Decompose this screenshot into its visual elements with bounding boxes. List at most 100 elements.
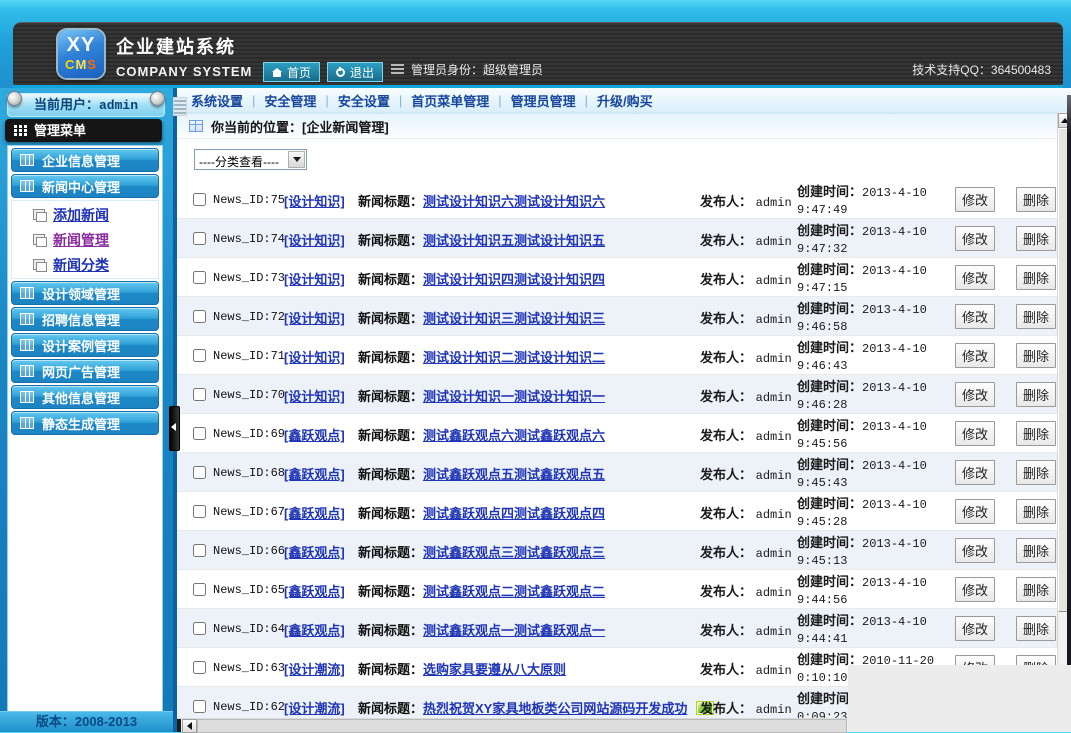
- edit-button[interactable]: 修改: [955, 499, 995, 524]
- category-link[interactable]: [鑫跃观点]: [284, 464, 345, 483]
- edit-button[interactable]: 修改: [955, 616, 995, 641]
- news-title-link[interactable]: 测试设计知识六测试设计知识六: [423, 191, 605, 210]
- delete-button[interactable]: 删除: [1016, 304, 1056, 329]
- delete-button[interactable]: 删除: [1016, 265, 1056, 290]
- title-cell: 新闻标题： 测试鑫跃观点五测试鑫跃观点五: [358, 464, 605, 483]
- category-link[interactable]: [鑫跃观点]: [284, 425, 345, 444]
- topmenu-item-home-menu-manage[interactable]: 首页菜单管理: [411, 91, 489, 110]
- delete-button[interactable]: 删除: [1016, 343, 1056, 368]
- category-link[interactable]: [鑫跃观点]: [284, 503, 345, 522]
- news-title-link[interactable]: 测试鑫跃观点二测试鑫跃观点二: [423, 581, 605, 600]
- sidebar-collapse-handle[interactable]: [169, 406, 180, 451]
- category-link[interactable]: [鑫跃观点]: [284, 542, 345, 561]
- delete-button[interactable]: 删除: [1016, 226, 1056, 251]
- category-link[interactable]: [设计知识]: [284, 230, 345, 249]
- edit-button[interactable]: 修改: [955, 577, 995, 602]
- news-title-link[interactable]: 测试鑫跃观点四测试鑫跃观点四: [423, 503, 605, 522]
- topmenu-item-system-settings[interactable]: 系统设置: [191, 91, 243, 110]
- category-link[interactable]: [设计知识]: [284, 308, 345, 327]
- news-title-link[interactable]: 测试鑫跃观点五测试鑫跃观点五: [423, 464, 605, 483]
- category-link[interactable]: [设计知识]: [284, 386, 345, 405]
- edit-button[interactable]: 修改: [955, 187, 995, 212]
- category-link[interactable]: [鑫跃观点]: [284, 620, 345, 639]
- sidebar-item-add-news[interactable]: 添加新闻: [12, 202, 158, 227]
- edit-button[interactable]: 修改: [955, 460, 995, 485]
- news-title-link[interactable]: 测试设计知识四测试设计知识四: [423, 269, 605, 288]
- row-checkbox[interactable]: [193, 271, 206, 284]
- sidebar-item-other-info[interactable]: 其他信息管理: [11, 385, 159, 409]
- edit-button[interactable]: 修改: [955, 304, 995, 329]
- sidebar-item-recruit[interactable]: 招聘信息管理: [11, 307, 159, 331]
- news-title-link[interactable]: 选购家具要遵从八大原则: [423, 659, 566, 678]
- horizontal-scroll-thumb[interactable]: [197, 719, 847, 733]
- edit-button[interactable]: 修改: [955, 382, 995, 407]
- category-link[interactable]: [设计潮流]: [284, 659, 345, 678]
- created-time: 9:45:28: [797, 515, 847, 529]
- created-time: 9:45:13: [797, 554, 847, 568]
- row-checkbox[interactable]: [193, 466, 206, 479]
- sidebar-item-design-case[interactable]: 设计案例管理: [11, 333, 159, 357]
- delete-button[interactable]: 删除: [1016, 577, 1056, 602]
- power-icon: [336, 68, 345, 77]
- edit-button[interactable]: 修改: [955, 265, 995, 290]
- category-link[interactable]: [设计知识]: [284, 191, 345, 210]
- sidebar-item-news-category[interactable]: 新闻分类: [12, 252, 158, 277]
- topmenu-item-security-manage[interactable]: 安全管理: [264, 91, 316, 110]
- delete-button[interactable]: 删除: [1016, 499, 1056, 524]
- category-link[interactable]: [鑫跃观点]: [284, 581, 345, 600]
- sidebar-item-static-generate[interactable]: 静态生成管理: [11, 411, 159, 435]
- scroll-left-arrow[interactable]: [182, 719, 197, 733]
- topmenu-item-admin-manage[interactable]: 管理员管理: [511, 91, 576, 110]
- title-cell: 新闻标题： 测试设计知识三测试设计知识三: [358, 308, 605, 327]
- topmenu-item-security-settings[interactable]: 安全设置: [338, 91, 390, 110]
- sidebar-item-company-info[interactable]: 企业信息管理: [11, 148, 159, 172]
- app-subtitle: COMPANY SYSTEM: [116, 64, 252, 79]
- row-checkbox[interactable]: [193, 661, 206, 674]
- row-checkbox[interactable]: [193, 700, 206, 713]
- category-link[interactable]: [设计知识]: [284, 269, 345, 288]
- news-title-link[interactable]: 测试设计知识五测试设计知识五: [423, 230, 605, 249]
- news-title-link[interactable]: 测试设计知识三测试设计知识三: [423, 308, 605, 327]
- edit-button[interactable]: 修改: [955, 343, 995, 368]
- delete-button[interactable]: 删除: [1016, 460, 1056, 485]
- news-title-link[interactable]: 测试设计知识二测试设计知识二: [423, 347, 605, 366]
- delete-button[interactable]: 删除: [1016, 616, 1056, 641]
- row-checkbox[interactable]: [193, 232, 206, 245]
- sidebar-item-design-field[interactable]: 设计领域管理: [11, 281, 159, 305]
- delete-button[interactable]: 删除: [1016, 421, 1056, 446]
- sidebar-item-news-manage[interactable]: 新闻管理: [12, 227, 158, 252]
- topmenu-item-upgrade[interactable]: 升级/购买: [597, 91, 653, 110]
- category-link[interactable]: [设计潮流]: [284, 698, 345, 717]
- news-title-link[interactable]: 测试设计知识一测试设计知识一: [423, 386, 605, 405]
- news-title-link[interactable]: 热烈祝贺XY家具地板类公司网站源码开发成功: [423, 698, 687, 717]
- logout-button[interactable]: 退出: [327, 62, 383, 82]
- news-title-link[interactable]: 测试鑫跃观点一测试鑫跃观点一: [423, 620, 605, 639]
- row-checkbox[interactable]: [193, 583, 206, 596]
- edit-button[interactable]: 修改: [955, 538, 995, 563]
- dropdown-arrow-icon[interactable]: [288, 151, 305, 168]
- row-checkbox[interactable]: [193, 310, 206, 323]
- row-checkbox[interactable]: [193, 193, 206, 206]
- row-checkbox[interactable]: [193, 544, 206, 557]
- sidebar-item-web-ads[interactable]: 网页广告管理: [11, 359, 159, 383]
- edit-button[interactable]: 修改: [955, 226, 995, 251]
- table-row: News_ID:65 [鑫跃观点] 新闻标题： 测试鑫跃观点二测试鑫跃观点二 发…: [177, 570, 1057, 609]
- sidebar-item-news-center[interactable]: 新闻中心管理: [11, 174, 159, 198]
- edit-button[interactable]: 修改: [955, 421, 995, 446]
- category-link[interactable]: [设计知识]: [284, 347, 345, 366]
- delete-button[interactable]: 删除: [1016, 187, 1056, 212]
- category-filter-select[interactable]: ----分类查看----: [194, 149, 307, 170]
- row-checkbox[interactable]: [193, 622, 206, 635]
- home-button[interactable]: 首页: [263, 62, 320, 82]
- table-row: News_ID:72 [设计知识] 新闻标题： 测试设计知识三测试设计知识三 发…: [177, 297, 1057, 336]
- row-checkbox[interactable]: [193, 388, 206, 401]
- delete-button[interactable]: 删除: [1016, 538, 1056, 563]
- row-checkbox[interactable]: [193, 349, 206, 362]
- news-title-link[interactable]: 测试鑫跃观点三测试鑫跃观点三: [423, 542, 605, 561]
- row-checkbox[interactable]: [193, 427, 206, 440]
- news-title-link[interactable]: 测试鑫跃观点六测试鑫跃观点六: [423, 425, 605, 444]
- row-checkbox[interactable]: [193, 505, 206, 518]
- news-table: News_ID:75 [设计知识] 新闻标题： 测试设计知识六测试设计知识六 发…: [177, 180, 1057, 718]
- created-cell: 创建时间：2013-4-10 9:47:32: [797, 223, 927, 257]
- delete-button[interactable]: 删除: [1016, 382, 1056, 407]
